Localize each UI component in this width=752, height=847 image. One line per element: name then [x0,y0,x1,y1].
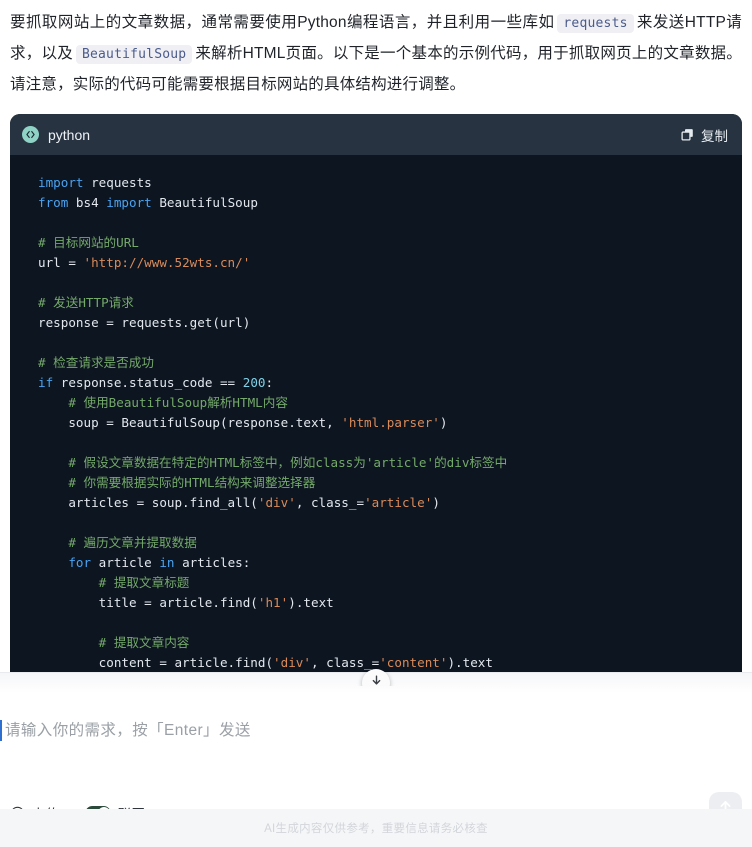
disclaimer-text: AI生成内容仅供参考，重要信息请务必核查 [264,823,488,835]
inline-code-beautifulsoup: BeautifulSoup [75,45,193,64]
code-brackets-icon [22,126,39,143]
code-block-header: python 复制 [10,114,742,155]
arrow-down-icon [370,674,383,686]
composer-area: 请输入你的需求，按「Enter」发送 上传 联网 [0,672,752,847]
assistant-message: 要抓取网站上的文章数据，通常需要使用Python编程语言，并且利用一些库如 req… [0,0,752,100]
copy-code-label: 复制 [701,128,728,144]
code-language-group: python [22,126,90,143]
paragraph-text-1: 要抓取网站上的文章数据，通常需要使用Python编程语言，并且利用一些库如 [10,14,555,31]
code-text: import requests from bs4 import Beautifu… [38,175,508,670]
code-block: python 复制 import requests from bs4 impor… [10,114,742,686]
code-content-area[interactable]: import requests from bs4 import Beautifu… [10,155,742,686]
message-input-row[interactable]: 请输入你的需求，按「Enter」发送 [0,693,752,771]
footer-bar: AI生成内容仅供参考，重要信息请务必核查 [0,809,752,847]
assistant-paragraph: 要抓取网站上的文章数据，通常需要使用Python编程语言，并且利用一些库如 req… [10,8,742,100]
inline-code-requests: requests [557,14,634,33]
chat-screen: 要抓取网站上的文章数据，通常需要使用Python编程语言，并且利用一些库如 req… [0,0,752,847]
composer: 请输入你的需求，按「Enter」发送 上传 联网 [0,693,752,847]
copy-code-button[interactable]: 复制 [681,125,728,145]
copy-icon [681,128,694,141]
text-caret [0,720,2,741]
message-input-placeholder: 请输入你的需求，按「Enter」发送 [5,722,251,739]
code-language-label: python [48,126,91,143]
